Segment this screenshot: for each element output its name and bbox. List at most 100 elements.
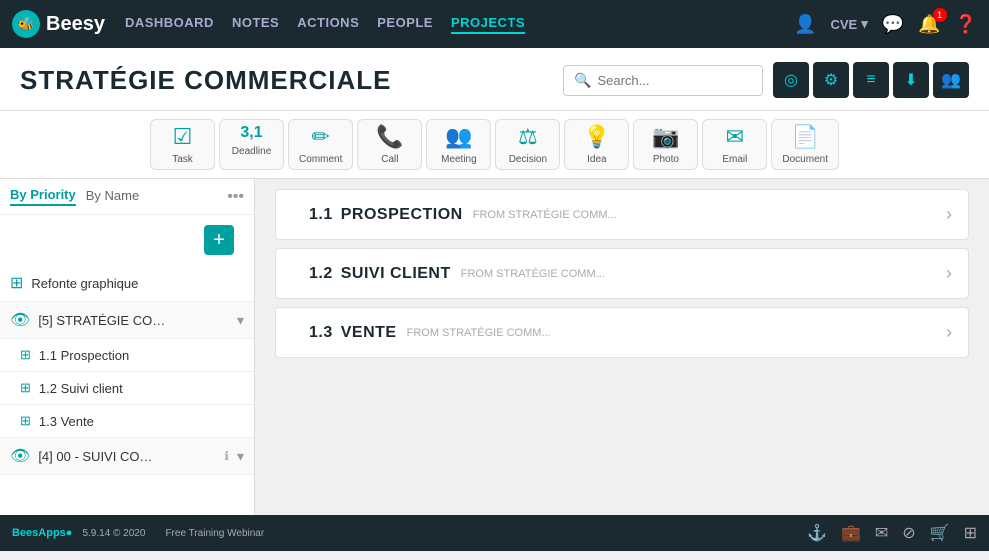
main-panel: 1.1 PROSPECTION FROM STRATÉGIE COMM... ›…: [255, 179, 989, 515]
project-number-1: 1.1: [309, 206, 333, 224]
chevron-right-icon-2: ›: [946, 263, 952, 284]
app-name: Beesy: [46, 13, 105, 36]
action-deadline[interactable]: 3,1 Deadline: [219, 119, 284, 170]
settings-icon-btn[interactable]: ⚙: [813, 62, 849, 98]
project-number-3: 1.3: [309, 324, 333, 342]
nav-notes[interactable]: NOTES: [232, 15, 279, 34]
nav-actions[interactable]: ACTIONS: [297, 15, 359, 34]
chevron-down-icon: ▾: [237, 312, 244, 329]
user-icon: 👤: [794, 14, 816, 35]
meeting-icon: 👥: [445, 124, 472, 150]
chevron-down-icon-2: ▾: [237, 448, 244, 465]
grid-small-icon-3: ⊞: [20, 413, 31, 429]
sidebar-item-label-refonte: Refonte graphique: [31, 276, 244, 291]
sidebar-item-prospection[interactable]: ⊞ 1.1 Prospection: [0, 339, 254, 372]
call-label: Call: [381, 154, 398, 165]
cart-icon[interactable]: 🛒: [930, 523, 950, 543]
project-source-suivi: FROM STRATÉGIE COMM...: [461, 268, 946, 280]
tab-by-priority[interactable]: By Priority: [10, 187, 76, 206]
bottom-brand: BeesApps●: [12, 527, 72, 539]
logo: 🐝 Beesy: [12, 10, 105, 38]
download-icon-btn[interactable]: ⬇: [893, 62, 929, 98]
action-meeting[interactable]: 👥 Meeting: [426, 119, 491, 170]
grid-small-icon-2: ⊞: [20, 380, 31, 396]
block-icon[interactable]: ⊘: [902, 523, 915, 543]
comment-label: Comment: [299, 154, 342, 165]
action-task[interactable]: ☑ Task: [150, 119, 215, 170]
sidebar-add-row: +: [0, 215, 254, 265]
header-top: STRATÉGIE COMMERCIALE 🔍 ◎ ⚙ ≡ ⬇ 👥: [20, 62, 969, 98]
action-photo[interactable]: 📷 Photo: [633, 119, 698, 170]
anchor-icon[interactable]: ⚓: [807, 523, 827, 543]
chat-icon[interactable]: 💬: [882, 14, 904, 35]
decision-icon: ⚖: [518, 124, 538, 150]
page-title: STRATÉGIE COMMERCIALE: [20, 65, 392, 96]
briefcase-icon[interactable]: 💼: [841, 523, 861, 543]
nav-people[interactable]: PEOPLE: [377, 15, 433, 34]
task-label: Task: [172, 154, 193, 165]
document-icon: 📄: [791, 124, 818, 150]
sidebar-item-label-prospection: 1.1 Prospection: [39, 348, 244, 363]
list-icon-btn[interactable]: ≡: [853, 62, 889, 98]
help-icon[interactable]: ❓: [955, 14, 977, 35]
actions-row: ☑ Task 3,1 Deadline ✏ Comment 📞 Call 👥 M…: [0, 111, 989, 179]
info-icon: ℹ: [224, 449, 229, 463]
people-icon-btn[interactable]: 👥: [933, 62, 969, 98]
project-row-prospection[interactable]: 1.1 PROSPECTION FROM STRATÉGIE COMM... ›: [275, 189, 969, 240]
sidebar-item-vente[interactable]: ⊞ 1.3 Vente: [0, 405, 254, 438]
logo-icon: 🐝: [12, 10, 40, 38]
sidebar-tabs: By Priority By Name •••: [0, 179, 254, 215]
action-call[interactable]: 📞 Call: [357, 119, 422, 170]
add-project-button[interactable]: +: [204, 225, 234, 255]
chevron-right-icon: ›: [946, 204, 952, 225]
action-decision[interactable]: ⚖ Decision: [495, 119, 560, 170]
user-menu[interactable]: CVE ▾: [830, 16, 867, 32]
navbar: 🐝 Beesy DASHBOARD NOTES ACTIONS PEOPLE P…: [0, 0, 989, 48]
grid-icon-bottom[interactable]: ⊞: [964, 523, 977, 543]
idea-icon: 💡: [583, 124, 610, 150]
project-source-vente: FROM STRATÉGIE COMM...: [407, 327, 946, 339]
tab-by-name[interactable]: By Name: [86, 188, 139, 205]
sidebar-item-refonte[interactable]: ⊞ Refonte graphique: [0, 265, 254, 302]
project-row-suivi[interactable]: 1.2 SUIVI CLIENT FROM STRATÉGIE COMM... …: [275, 248, 969, 299]
email-icon: ✉: [726, 124, 744, 150]
sidebar-item-strategie[interactable]: 👁 [5] STRATÉGIE CO… ▾: [0, 302, 254, 339]
sidebar-item-label-suivi: 1.2 Suivi client: [39, 381, 244, 396]
more-options-icon[interactable]: •••: [227, 188, 244, 206]
chevron-right-icon-3: ›: [946, 322, 952, 343]
call-icon: 📞: [376, 124, 403, 150]
toolbar-icons: ◎ ⚙ ≡ ⬇ 👥: [773, 62, 969, 98]
project-name-prospection: PROSPECTION: [341, 206, 463, 224]
sidebar: By Priority By Name ••• + ⊞ Refonte grap…: [0, 179, 255, 515]
project-row-vente[interactable]: 1.3 VENTE FROM STRATÉGIE COMM... ›: [275, 307, 969, 358]
page-header: STRATÉGIE COMMERCIALE 🔍 ◎ ⚙ ≡ ⬇ 👥: [0, 48, 989, 111]
mail-icon[interactable]: ✉: [875, 523, 888, 543]
action-comment[interactable]: ✏ Comment: [288, 119, 353, 170]
sidebar-item-suivi-co[interactable]: 👁 [4] 00 - SUIVI CO… ℹ ▾: [0, 438, 254, 475]
photo-icon: 📷: [652, 124, 679, 150]
bottom-training: Free Training Webinar: [165, 528, 264, 539]
bottom-right: ⚓ 💼 ✉ ⊘ 🛒 ⊞: [807, 523, 977, 543]
sidebar-item-suivi[interactable]: ⊞ 1.2 Suivi client: [0, 372, 254, 405]
search-input[interactable]: [597, 73, 752, 88]
bottom-bar: BeesApps● 5.9.14 © 2020 Free Training We…: [0, 515, 989, 551]
notification-badge: 1: [933, 8, 947, 22]
nav-projects[interactable]: PROJECTS: [451, 15, 525, 34]
sidebar-item-label-suivi-co: [4] 00 - SUIVI CO…: [38, 449, 216, 464]
decision-label: Decision: [509, 154, 547, 165]
comment-icon: ✏: [311, 124, 329, 150]
deadline-icon: 3,1: [240, 124, 262, 142]
action-document[interactable]: 📄 Document: [771, 119, 839, 170]
notifications-icon[interactable]: 🔔 1: [918, 14, 940, 35]
filter-icon-btn[interactable]: ◎: [773, 62, 809, 98]
project-name-suivi: SUIVI CLIENT: [341, 265, 451, 283]
action-email[interactable]: ✉ Email: [702, 119, 767, 170]
search-icon: 🔍: [574, 72, 591, 89]
meeting-label: Meeting: [441, 154, 477, 165]
nav-dashboard[interactable]: DASHBOARD: [125, 15, 214, 34]
email-label: Email: [722, 154, 747, 165]
grid-small-icon: ⊞: [20, 347, 31, 363]
nav-right: 👤 CVE ▾ 💬 🔔 1 ❓: [794, 14, 977, 35]
action-idea[interactable]: 💡 Idea: [564, 119, 629, 170]
search-box[interactable]: 🔍: [563, 65, 763, 96]
